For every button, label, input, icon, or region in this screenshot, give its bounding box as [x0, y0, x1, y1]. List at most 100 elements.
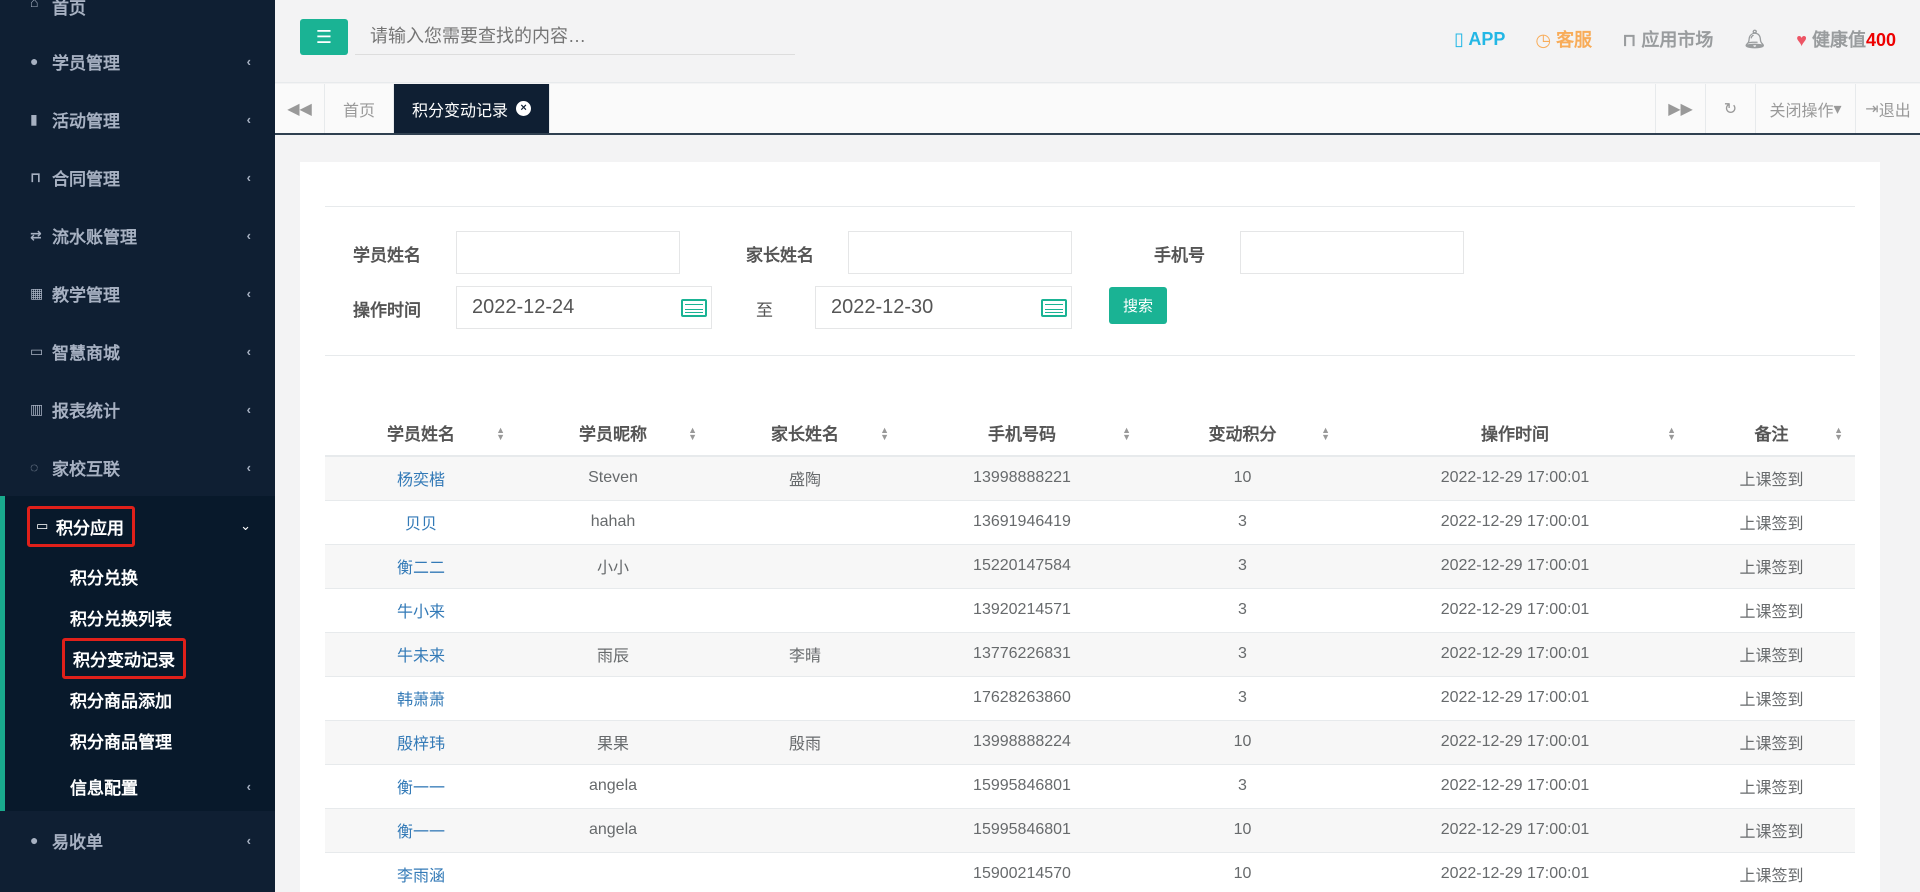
health-value-link[interactable]: ♥ 健康值400: [1796, 26, 1896, 52]
table-cell: 13920214571: [901, 588, 1143, 633]
table-cell: [709, 852, 901, 892]
sidebar-item-mall[interactable]: ▭ 智慧商城 ‹: [0, 322, 275, 380]
chevron-left-icon: ‹: [246, 459, 251, 475]
tab-home[interactable]: 首页: [325, 84, 395, 133]
content-panel: 学员姓名 家长姓名 手机号 操作时间 2022-12-24 至 2022-12-…: [300, 162, 1880, 892]
refresh-button[interactable]: ↻: [1705, 84, 1755, 133]
close-icon[interactable]: ×: [516, 101, 532, 116]
inbox-icon: ▭: [36, 518, 49, 533]
date-to-input[interactable]: 2022-12-30: [815, 286, 1072, 329]
phone-input[interactable]: [1240, 231, 1464, 274]
sidebar-item-students[interactable]: ● 学员管理 ‹: [0, 32, 275, 90]
student-name-link[interactable]: 殷梓玮: [325, 720, 517, 765]
sidebar-subitem-points-product-manage[interactable]: 积分商品管理: [5, 720, 275, 761]
table-cell: 15995846801: [901, 808, 1143, 853]
sidebar-subitem-points-product-add[interactable]: 积分商品添加: [5, 679, 275, 720]
student-name-link[interactable]: 衡二二: [325, 544, 517, 589]
sidebar-item-teaching[interactable]: ▦ 教学管理 ‹: [0, 264, 275, 322]
column-header[interactable]: 备注 ▲ ▼: [1688, 410, 1855, 457]
student-name-link[interactable]: 贝贝: [325, 500, 517, 545]
table-cell: hahah: [517, 500, 709, 545]
close-ops-dropdown[interactable]: 关闭操作 ▾: [1755, 84, 1855, 133]
parent-name-label: 家长姓名: [746, 246, 814, 265]
comments-icon: ◌: [30, 459, 39, 475]
table-cell: 2022-12-29 17:00:01: [1342, 632, 1688, 677]
table-cell: angela: [517, 808, 709, 853]
student-name-link[interactable]: 衡一一: [325, 808, 517, 853]
menu-toggle-button[interactable]: ☰: [300, 19, 348, 55]
sidebar-item-home-school[interactable]: ◌ 家校互联 ‹: [0, 438, 275, 496]
table-cell: 小小: [517, 544, 709, 589]
search-button[interactable]: 搜索: [1109, 287, 1167, 324]
table-cell: 13776226831: [901, 632, 1143, 677]
student-name-link[interactable]: 李雨涵: [325, 852, 517, 892]
user-plus-icon: ●: [30, 832, 39, 848]
chevron-down-icon: ⌄: [240, 518, 251, 533]
column-header[interactable]: 变动积分 ▲ ▼: [1143, 410, 1342, 457]
student-name-input[interactable]: [456, 231, 680, 274]
caret-down-icon: ▾: [1833, 100, 1842, 118]
sidebar-item-contracts[interactable]: ⊓ 合同管理 ‹: [0, 148, 275, 206]
column-header[interactable]: 学员昵称 ▲ ▼: [517, 410, 709, 457]
student-name-link[interactable]: 韩萧萧: [325, 676, 517, 721]
sidebar-item-points[interactable]: ▭ 积分应用 ⌄: [5, 496, 275, 556]
table-cell: 上课签到: [1688, 456, 1855, 501]
sidebar-item-ledger[interactable]: ⇄ 流水账管理 ‹: [0, 206, 275, 264]
sidebar-subitem-points-exchange[interactable]: 积分兑换: [5, 556, 275, 597]
table-cell: 2022-12-29 17:00:01: [1342, 456, 1688, 501]
sidebar-subitem-points-change-log[interactable]: 积分变动记录: [5, 638, 275, 679]
customer-service-link[interactable]: ◷ 客服: [1535, 26, 1592, 52]
chevron-left-icon: ‹: [246, 343, 251, 359]
column-header[interactable]: 学员姓名 ▲ ▼: [325, 410, 517, 457]
table-cell: 3: [1143, 676, 1342, 721]
app-market-link[interactable]: ⊓ 应用市场: [1622, 26, 1713, 52]
column-header[interactable]: 家长姓名 ▲ ▼: [709, 410, 901, 457]
calendar-icon[interactable]: [1041, 299, 1067, 317]
bell-icon[interactable]: 🔔︎: [1743, 29, 1766, 50]
student-name-link[interactable]: 牛小来: [325, 588, 517, 633]
parent-name-input[interactable]: [848, 231, 1072, 274]
table-cell: angela: [517, 764, 709, 809]
student-name-link[interactable]: 衡一一: [325, 764, 517, 809]
table-cell: 上课签到: [1688, 720, 1855, 765]
search-input[interactable]: [355, 19, 795, 55]
table-cell: 上课签到: [1688, 544, 1855, 589]
table-cell: [709, 808, 901, 853]
app-link[interactable]: ▯ APP: [1454, 29, 1505, 50]
table-cell: [709, 764, 901, 809]
chevron-left-icon: ‹: [246, 227, 251, 243]
table-cell: 2022-12-29 17:00:01: [1342, 808, 1688, 853]
inbox-icon: ▭: [30, 342, 44, 359]
table-row: 衡二二 小小 15220147584 3 2022-12-29 17:00:01…: [325, 544, 1855, 589]
tab-scroll-left-button[interactable]: ◀◀: [275, 84, 325, 133]
table-cell: 15220147584: [901, 544, 1143, 589]
date-from-input[interactable]: 2022-12-24: [456, 286, 712, 329]
logout-button[interactable]: ⇥ 退出: [1855, 84, 1920, 133]
table-cell: 上课签到: [1688, 588, 1855, 633]
sidebar-item-reports[interactable]: ▥ 报表统计 ‹: [0, 380, 275, 438]
sidebar-subitem-points-exchange-list[interactable]: 积分兑换列表: [5, 597, 275, 638]
sidebar-item-points-highlight: ▭ 积分应用: [27, 505, 135, 547]
table-row: 韩萧萧 17628263860 3 2022-12-29 17:00:01 上课…: [325, 676, 1855, 721]
table-cell: [709, 544, 901, 589]
student-name-link[interactable]: 牛未来: [325, 632, 517, 677]
table-cell: 殷雨: [709, 720, 901, 765]
sidebar-item-activities[interactable]: ▮ 活动管理 ‹: [0, 90, 275, 148]
map-icon: ▮: [30, 110, 38, 127]
table-cell: [709, 588, 901, 633]
sidebar-subitem-info-config[interactable]: 信息配置 ‹: [5, 761, 275, 811]
calendar-icon[interactable]: [681, 299, 707, 317]
student-name-label: 学员姓名: [353, 246, 421, 265]
sidebar-item-home[interactable]: ⌂ 首页: [0, 0, 275, 18]
student-name-link[interactable]: 杨奕楷: [325, 456, 517, 501]
table-cell: 17628263860: [901, 676, 1143, 721]
table-row: 贝贝 hahah 13691946419 3 2022-12-29 17:00:…: [325, 500, 1855, 545]
sidebar-item-easy-receipt[interactable]: ● 易收单 ‹: [0, 811, 275, 869]
table-cell: 3: [1143, 500, 1342, 545]
tab-scroll-right-button[interactable]: ▶▶: [1655, 84, 1705, 133]
column-header[interactable]: 手机号码 ▲ ▼: [901, 410, 1143, 457]
table-cell: 13998888224: [901, 720, 1143, 765]
top-links: ▯ APP ◷ 客服 ⊓ 应用市场 🔔︎ ♥ 健康值400: [1454, 26, 1896, 52]
tab-points-change-log[interactable]: 积分变动记录 ×: [394, 84, 551, 133]
column-header[interactable]: 操作时间 ▲ ▼: [1342, 410, 1688, 457]
